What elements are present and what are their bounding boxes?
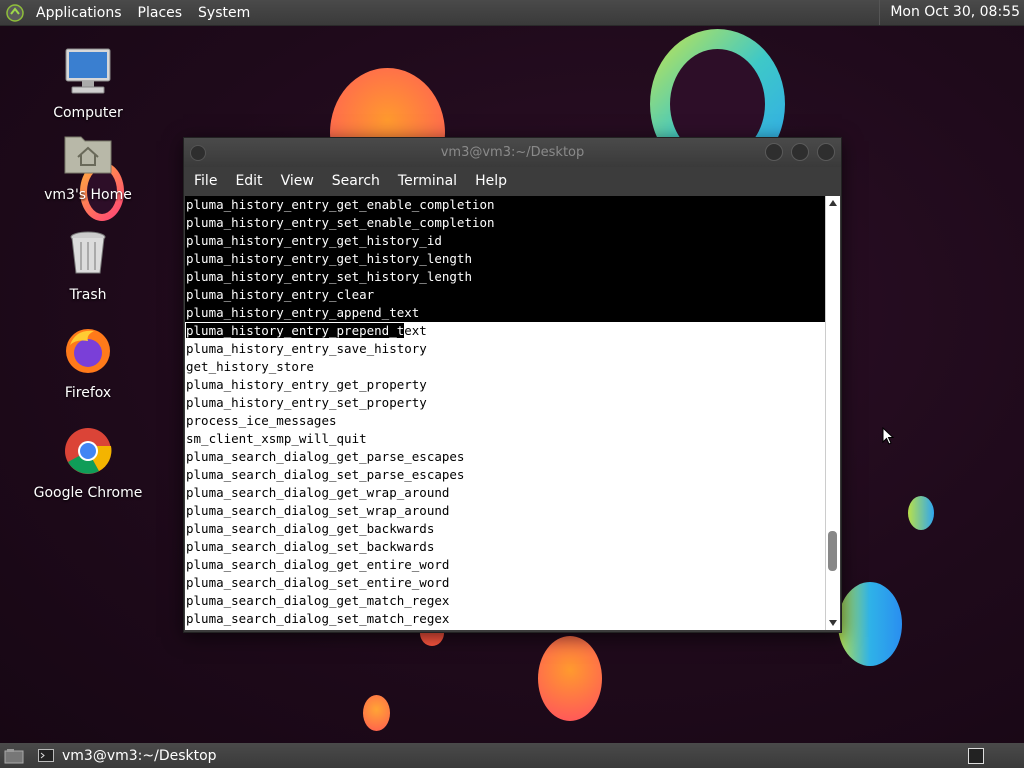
wallpaper-shape (538, 636, 602, 721)
places-menu[interactable]: Places (130, 5, 191, 21)
mouse-cursor-icon (882, 427, 894, 445)
scroll-up-arrow-icon[interactable] (829, 200, 837, 206)
terminal-output[interactable]: pluma_history_entry_get_enable_completio… (185, 196, 826, 630)
menu-search[interactable]: Search (324, 173, 388, 189)
maximize-button[interactable] (791, 143, 809, 161)
scroll-down-arrow-icon[interactable] (829, 620, 837, 626)
terminal-line: pluma_search_dialog_set_match_regex (186, 611, 450, 626)
terminal-scrollbar[interactable] (825, 196, 840, 630)
close-button[interactable] (817, 143, 835, 161)
window-titlebar[interactable]: vm3@vm3:~/Desktop (184, 138, 841, 167)
menu-help[interactable]: Help (467, 173, 515, 189)
minimize-button[interactable] (765, 143, 783, 161)
desktop-icon-computer[interactable]: Computer (33, 45, 143, 121)
terminal-line: pluma_search_dialog_set_entire_word (186, 575, 450, 590)
selected-text: pluma_history_entry_prepend_t (186, 323, 405, 338)
terminal-line: pluma_search_dialog_get_parse_escapes (186, 449, 465, 464)
mate-logo-icon[interactable] (6, 3, 24, 22)
menu-edit[interactable]: Edit (227, 173, 270, 189)
taskbar-item-label: vm3@vm3:~/Desktop (62, 747, 217, 764)
terminal-line: pluma_search_dialog_get_wrap_around (186, 485, 450, 500)
terminal-line: pluma_history_entry_get_enable_completio… (185, 196, 826, 214)
desktop-icon-label: Computer (53, 105, 123, 121)
terminal-line: pluma_search_dialog_set_parse_escapes (186, 467, 465, 482)
menu-view[interactable]: View (273, 173, 322, 189)
terminal-line: pluma_search_dialog_get_entire_word (186, 557, 450, 572)
desktop-icon-label: Google Chrome (33, 485, 143, 501)
workspace-switcher[interactable] (968, 747, 984, 764)
terminal-line: process_ice_messages (186, 413, 337, 428)
scrollbar-thumb[interactable] (828, 531, 837, 571)
terminal-line: pluma_search_dialog_get_backwards (186, 521, 435, 536)
menu-file[interactable]: File (186, 173, 225, 189)
terminal-window[interactable]: vm3@vm3:~/Desktop File Edit View Search … (183, 137, 842, 633)
terminal-line: pluma_history_entry_clear (185, 286, 826, 304)
terminal-line: pluma_history_entry_get_history_length (185, 250, 826, 268)
taskbar-item-terminal[interactable]: vm3@vm3:~/Desktop (30, 743, 225, 768)
home-folder-icon (64, 136, 112, 174)
computer-icon (65, 48, 111, 94)
terminal-line: pluma_history_entry_save_history (186, 341, 427, 356)
terminal-line: pluma_search_dialog_get_match_regex (186, 593, 450, 608)
clock[interactable]: Mon Oct 30, 08:55 (879, 0, 1024, 25)
wallpaper-shape (838, 582, 902, 666)
terminal-line: pluma_history_entry_get_property (186, 377, 427, 392)
desktop-icon-label: Firefox (64, 385, 112, 401)
terminal-line: pluma_history_entry_set_history_length (185, 268, 826, 286)
window-menu-button[interactable] (190, 145, 206, 161)
wallpaper-shape (908, 496, 934, 530)
terminal-icon (38, 749, 54, 762)
desktop-icon-chrome[interactable]: Google Chrome (33, 425, 143, 501)
unselected-text: ext (404, 323, 427, 338)
desktop-icon-home[interactable]: vm3's Home (33, 127, 143, 203)
desktop-icon-label: Trash (69, 287, 107, 303)
chrome-icon (65, 428, 112, 474)
wallpaper-shape (363, 695, 390, 731)
terminal-line: pluma_history_entry_get_history_id (185, 232, 826, 250)
terminal-line: sm_client_xsmp_will_quit (186, 431, 367, 446)
applications-menu[interactable]: Applications (28, 5, 130, 21)
trash-icon (70, 231, 106, 274)
desktop-icon-trash[interactable]: Trash (33, 227, 143, 303)
desktop-icon-label: vm3's Home (44, 187, 132, 203)
system-menu[interactable]: System (190, 5, 258, 21)
terminal-line: pluma_history_entry_set_enable_completio… (185, 214, 826, 232)
top-panel: Applications Places System Mon Oct 30, 0… (0, 0, 1024, 26)
terminal-line: pluma_search_dialog_set_backwards (186, 539, 435, 554)
show-desktop-icon[interactable] (4, 748, 24, 764)
firefox-icon (66, 329, 110, 373)
terminal-line: pluma_history_entry_append_text (185, 304, 826, 322)
terminal-line: get_history_store (186, 359, 314, 374)
terminal-line: pluma_history_entry_prepend_text (185, 322, 826, 340)
terminal-line: pluma_history_entry_set_property (186, 395, 427, 410)
terminal-line: pluma_search_dialog_set_wrap_around (186, 503, 450, 518)
desktop-icon-firefox[interactable]: Firefox (33, 325, 143, 401)
menu-terminal[interactable]: Terminal (390, 173, 465, 189)
bottom-panel: vm3@vm3:~/Desktop (0, 743, 1024, 768)
terminal-menubar: File Edit View Search Terminal Help (184, 167, 841, 195)
window-title: vm3@vm3:~/Desktop (440, 145, 585, 160)
